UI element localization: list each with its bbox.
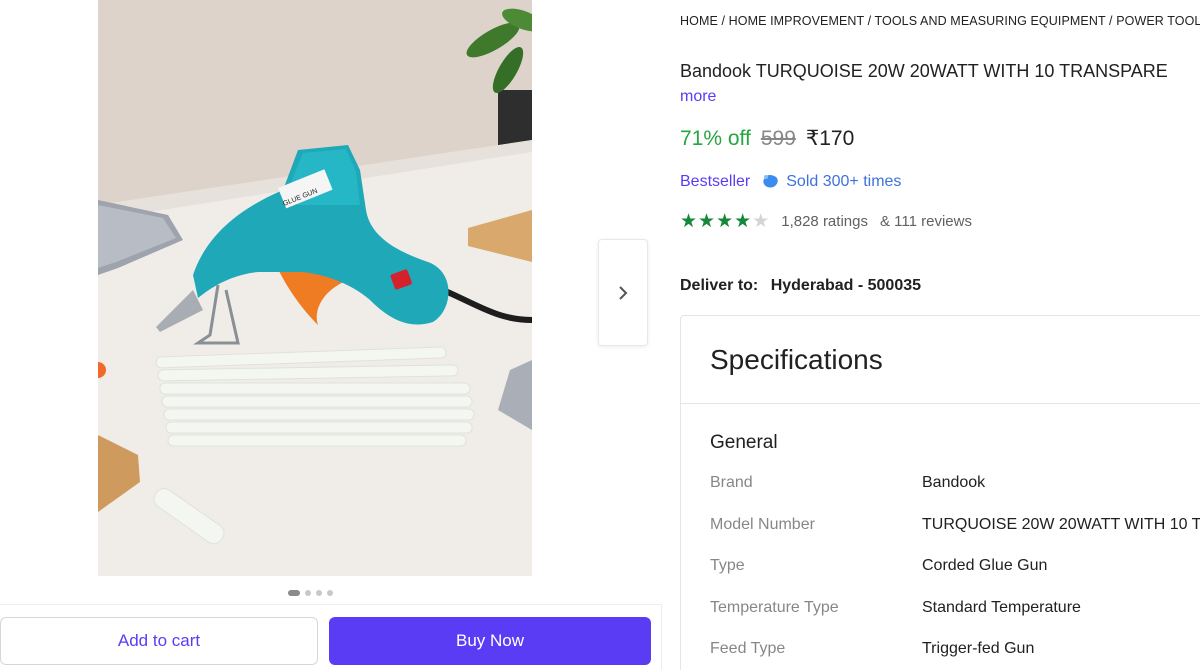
more-link[interactable]: more [680, 88, 716, 106]
badge-row: Bestseller Sold 300+ times [680, 173, 901, 191]
star-icon: ★ [698, 211, 716, 232]
gallery-dot[interactable] [316, 590, 322, 596]
deliver-location: Hyderabad - 500035 [770, 277, 922, 294]
spec-key: Feed Type [710, 640, 786, 657]
gallery-dots [288, 590, 333, 596]
gallery-dot[interactable] [327, 590, 333, 596]
reviews-count: & 111 reviews [879, 213, 972, 230]
star-icon: ★ [752, 211, 770, 232]
sold-count: Sold 300+ times [762, 173, 901, 191]
star-icon: ★ [734, 211, 752, 232]
delivery-location[interactable]: Deliver to: Hyderabad - 500035 [680, 277, 921, 295]
star-icon: ★ [716, 211, 734, 232]
ratings-count: 1,828 ratings [781, 213, 868, 230]
action-bar: Add to cart Buy Now [0, 604, 662, 670]
spec-value: Trigger-fed Gun [922, 640, 1035, 657]
spec-value: Standard Temperature [922, 599, 1081, 616]
rating-row[interactable]: ★ ★ ★ ★ ★ 1,828 ratings & 111 reviews [680, 212, 972, 231]
gallery-dot[interactable] [288, 590, 300, 596]
spec-key: Model Number [710, 516, 815, 533]
specifications-heading: Specifications [681, 316, 1200, 404]
spec-value: Corded Glue Gun [922, 557, 1048, 574]
glue-gun-photo: GLUE GUN [98, 0, 532, 576]
spec-value: TURQUOISE 20W 20WATT WITH 10 TR [922, 516, 1200, 533]
original-price: 599 [760, 127, 796, 150]
buy-now-button[interactable]: Buy Now [329, 617, 651, 665]
deliver-label: Deliver to: [680, 277, 759, 294]
spec-key: Temperature Type [710, 599, 839, 616]
star-icon: ★ [680, 211, 698, 232]
gallery-dot[interactable] [305, 590, 311, 596]
spec-key: Type [710, 557, 745, 574]
spec-group-title: General [710, 432, 778, 453]
spec-key: Brand [710, 474, 753, 491]
chevron-right-icon [619, 285, 628, 300]
bestseller-badge: Bestseller [680, 173, 751, 190]
product-details: HOME / HOME IMPROVEMENT / TOOLS AND MEAS… [680, 0, 1200, 670]
add-to-cart-button[interactable]: Add to cart [0, 617, 318, 665]
specifications-card: Specifications General Brand Bandook Model… [680, 315, 1200, 670]
discount-label: 71% off [680, 127, 751, 150]
star-rating: ★ ★ ★ ★ ★ [680, 212, 769, 231]
breadcrumb[interactable]: HOME / HOME IMPROVEMENT / TOOLS AND MEAS… [680, 14, 1200, 28]
spec-value: Bandook [922, 474, 986, 491]
next-image-button[interactable] [598, 239, 648, 346]
product-title: Bandook TURQUOISE 20W 20WATT WITH 10 TRA… [680, 61, 1168, 81]
sold-label: Sold 300+ times [786, 173, 902, 190]
product-image[interactable]: GLUE GUN [98, 0, 532, 576]
sold-badge-icon [763, 174, 778, 188]
selling-price: ₹170 [805, 127, 855, 150]
price-row: 71% off 599 ₹170 [680, 126, 854, 151]
